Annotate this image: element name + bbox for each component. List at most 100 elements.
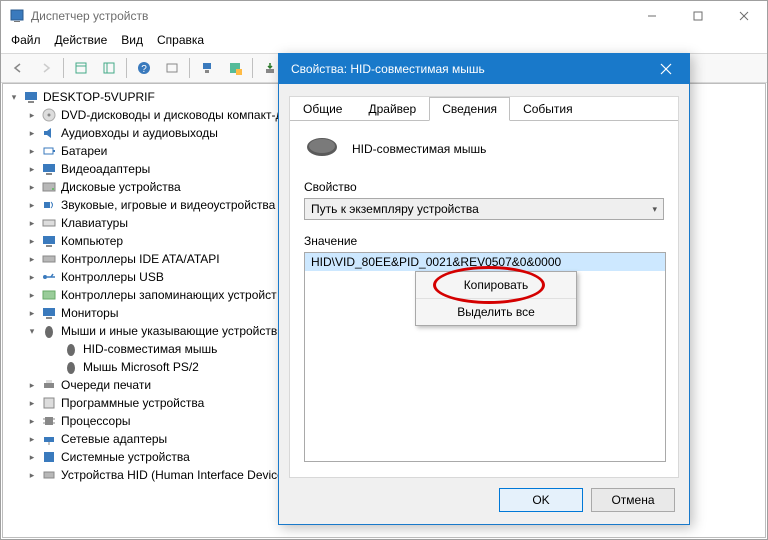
device-icon xyxy=(41,323,57,339)
tree-label: Мониторы xyxy=(61,306,118,320)
device-icon xyxy=(41,449,57,465)
twisty-icon[interactable]: ▸ xyxy=(25,416,39,427)
tree-label: Устройства HID (Human Interface Device xyxy=(61,468,284,482)
menu-file[interactable]: Файл xyxy=(11,33,41,53)
tree-label: Контроллеры IDE ATA/ATAPI xyxy=(61,252,220,266)
twisty-icon[interactable]: ▸ xyxy=(25,308,39,319)
property-combo[interactable]: Путь к экземпляру устройства ▾ xyxy=(304,198,664,220)
twisty-icon[interactable]: ▸ xyxy=(25,434,39,445)
maximize-button[interactable] xyxy=(675,1,721,31)
device-icon xyxy=(41,395,57,411)
tree-label: Программные устройства xyxy=(61,396,204,410)
twisty-icon[interactable]: ▸ xyxy=(25,128,39,139)
tree-label: Видеоадаптеры xyxy=(61,162,150,176)
device-icon xyxy=(41,125,57,141)
tab-events[interactable]: События xyxy=(510,97,586,121)
device-icon xyxy=(41,269,57,285)
device-icon xyxy=(41,431,57,447)
device-icon xyxy=(23,89,39,105)
tree-label: Батареи xyxy=(61,144,107,158)
properties-dialog: Свойства: HID-совместимая мышь Общие Дра… xyxy=(278,53,690,525)
device-name: HID-совместимая мышь xyxy=(352,142,486,156)
tb-icon-6[interactable] xyxy=(222,55,248,81)
svg-text:?: ? xyxy=(141,64,147,75)
property-selected: Путь к экземпляру устройства xyxy=(311,202,479,216)
ctx-copy[interactable]: Копировать xyxy=(416,272,576,299)
context-menu: Копировать Выделить все xyxy=(415,271,577,326)
close-button[interactable] xyxy=(721,1,767,31)
ctx-select-all[interactable]: Выделить все xyxy=(416,299,576,325)
twisty-icon[interactable]: ▾ xyxy=(25,326,39,337)
props-close-button[interactable] xyxy=(643,54,689,84)
tab-driver[interactable]: Драйвер xyxy=(355,97,429,121)
device-icon xyxy=(41,179,57,195)
value-row[interactable]: HID\VID_80EE&PID_0021&REV0507&0&0000 xyxy=(305,253,665,271)
menu-help[interactable]: Справка xyxy=(157,33,204,53)
twisty-icon[interactable]: ▸ xyxy=(25,200,39,211)
device-icon xyxy=(41,233,57,249)
tree-label: Контроллеры USB xyxy=(61,270,164,284)
main-title: Диспетчер устройств xyxy=(31,9,629,23)
device-icon xyxy=(41,305,57,321)
device-icon xyxy=(41,287,57,303)
menubar: Файл Действие Вид Справка xyxy=(1,31,767,54)
tree-label: Компьютер xyxy=(61,234,123,248)
minimize-button[interactable] xyxy=(629,1,675,31)
device-icon xyxy=(41,197,57,213)
app-icon xyxy=(9,8,25,24)
tb-icon-4[interactable] xyxy=(159,55,185,81)
dialog-buttons: OK Отмена xyxy=(499,488,675,512)
value-listbox[interactable]: HID\VID_80EE&PID_0021&REV0507&0&0000 Коп… xyxy=(304,252,666,462)
twisty-icon[interactable]: ▸ xyxy=(25,290,39,301)
tree-label: Очереди печати xyxy=(61,378,151,392)
twisty-icon[interactable]: ▸ xyxy=(25,236,39,247)
tree-label: Мышь Microsoft PS/2 xyxy=(83,360,199,374)
twisty-icon[interactable]: ▸ xyxy=(25,452,39,463)
scan-icon[interactable] xyxy=(194,55,220,81)
tb-icon-2[interactable] xyxy=(96,55,122,81)
value-label: Значение xyxy=(304,234,664,248)
tree-label: Сетевые адаптеры xyxy=(61,432,167,446)
twisty-icon[interactable]: ▸ xyxy=(25,254,39,265)
tree-label: DVD-дисководы и дисководы компакт-д xyxy=(61,108,282,122)
tree-label: Мыши и иные указывающие устройств xyxy=(61,324,277,338)
device-icon xyxy=(63,359,79,375)
device-icon xyxy=(41,467,57,483)
twisty-icon[interactable]: ▸ xyxy=(25,146,39,157)
twisty-icon[interactable]: ▸ xyxy=(25,470,39,481)
tree-label: Звуковые, игровые и видеоустройства xyxy=(61,198,275,212)
twisty-icon[interactable]: ▸ xyxy=(25,272,39,283)
twisty-icon[interactable]: ▸ xyxy=(25,182,39,193)
menu-action[interactable]: Действие xyxy=(55,33,108,53)
tabs: Общие Драйвер Сведения События xyxy=(290,97,678,121)
main-titlebar: Диспетчер устройств xyxy=(1,1,767,31)
twisty-icon[interactable]: ▸ xyxy=(25,110,39,121)
twisty-icon[interactable]: ▸ xyxy=(25,380,39,391)
tree-label: DESKTOP-5VUPRIF xyxy=(43,90,155,104)
menu-view[interactable]: Вид xyxy=(121,33,143,53)
props-titlebar: Свойства: HID-совместимая мышь xyxy=(279,54,689,84)
tab-details[interactable]: Сведения xyxy=(429,97,510,121)
ok-button[interactable]: OK xyxy=(499,488,583,512)
device-icon xyxy=(41,251,57,267)
twisty-icon[interactable]: ▸ xyxy=(25,218,39,229)
forward-button[interactable] xyxy=(33,55,59,81)
back-button[interactable] xyxy=(5,55,31,81)
cancel-button[interactable]: Отмена xyxy=(591,488,675,512)
help-icon[interactable]: ? xyxy=(131,55,157,81)
tb-icon-1[interactable] xyxy=(68,55,94,81)
tab-general[interactable]: Общие xyxy=(290,97,355,121)
tree-label: HID-совместимая мышь xyxy=(83,342,217,356)
device-icon xyxy=(41,215,57,231)
tab-content: HID-совместимая мышь Свойство Путь к экз… xyxy=(290,121,678,472)
twisty-icon[interactable]: ▾ xyxy=(7,92,21,103)
tree-label: Контроллеры запоминающих устройст xyxy=(61,288,277,302)
tree-label: Процессоры xyxy=(61,414,131,428)
twisty-icon[interactable]: ▸ xyxy=(25,398,39,409)
twisty-icon[interactable]: ▸ xyxy=(25,164,39,175)
property-label: Свойство xyxy=(304,180,664,194)
mouse-icon xyxy=(304,135,340,162)
chevron-down-icon: ▾ xyxy=(652,204,657,215)
device-icon xyxy=(41,143,57,159)
device-icon xyxy=(63,341,79,357)
